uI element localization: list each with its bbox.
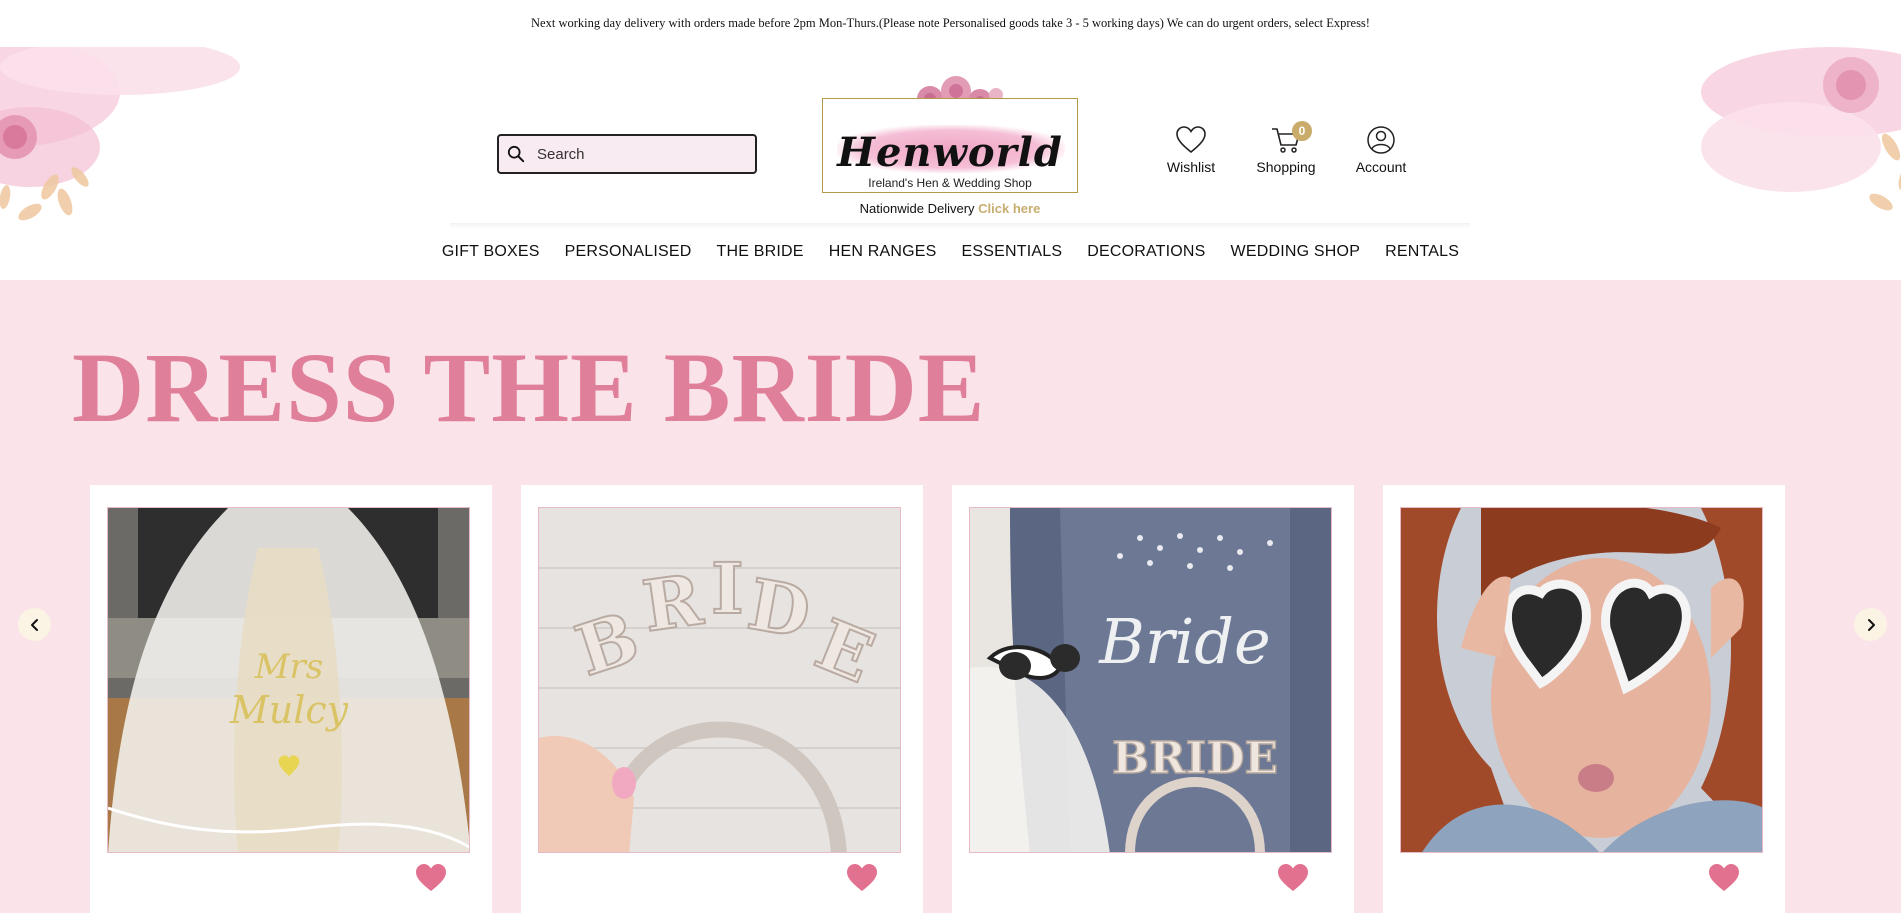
hero-title: DRESS THE BRIDE (72, 332, 986, 443)
logo-wordmark: Henworld (837, 129, 1063, 176)
product-card[interactable] (1383, 485, 1785, 913)
heart-icon[interactable] (1708, 863, 1740, 893)
nav-essentials[interactable]: ESSENTIALS (949, 243, 1075, 261)
svg-text:BRIDE: BRIDE (1112, 733, 1278, 784)
svg-text:Mrs: Mrs (254, 647, 324, 687)
product-image-sunglasses[interactable] (1400, 507, 1763, 853)
user-icon (1367, 126, 1395, 154)
carousel-next-button[interactable] (1854, 608, 1887, 641)
heart-icon[interactable] (846, 863, 878, 893)
svg-text:Mulcy: Mulcy (229, 688, 349, 732)
chevron-right-icon (1867, 618, 1875, 631)
product-card[interactable]: Bride BRIDE (952, 485, 1354, 913)
watercolor-decoration-left (0, 47, 240, 221)
site-logo[interactable]: Henworld Ireland's Hen & Wedding Shop (822, 98, 1078, 193)
delivery-link[interactable]: Click here (978, 201, 1040, 216)
search-input[interactable] (537, 145, 737, 163)
product-image-veil[interactable]: Mrs Mulcy (107, 507, 470, 853)
site-header: Henworld Ireland's Hen & Wedding Shop Na… (0, 47, 1901, 280)
carousel-prev-button[interactable] (18, 608, 51, 641)
cart-count-badge: 0 (1292, 121, 1312, 141)
logo-tagline: Ireland's Hen & Wedding Shop (823, 175, 1077, 192)
chevron-left-icon (30, 618, 38, 631)
heart-icon[interactable] (1277, 863, 1309, 893)
nav-the-bride[interactable]: THE BRIDE (704, 243, 816, 261)
shopping-label: Shopping (1256, 159, 1316, 175)
nav-personalised[interactable]: PERSONALISED (552, 243, 704, 261)
svg-text:Bride: Bride (1098, 605, 1270, 678)
announcement-bar: Next working day delivery with orders ma… (0, 0, 1901, 47)
svg-text:I: I (711, 547, 744, 630)
account-label: Account (1355, 159, 1407, 175)
shopping-cart-link[interactable]: 0 Shopping (1246, 121, 1326, 175)
announcement-text: Next working day delivery with orders ma… (531, 16, 1370, 30)
veil-photo: Mrs Mulcy (108, 508, 469, 852)
hero-section: DRESS THE BRIDE Mrs Mulcy B R I D E Brid… (0, 280, 1901, 913)
main-navigation: GIFT BOXES PERSONALISED THE BRIDE HEN RA… (0, 243, 1901, 261)
nav-gift-boxes[interactable]: GIFT BOXES (429, 243, 552, 261)
headband-photo: B R I D E (539, 508, 900, 852)
heart-icon (1176, 126, 1206, 154)
product-image-headband[interactable]: B R I D E (538, 507, 901, 853)
delivery-note: Nationwide Delivery Click here (822, 201, 1078, 216)
watercolor-decoration-right (1701, 47, 1901, 211)
nav-decorations[interactable]: DECORATIONS (1075, 243, 1218, 261)
account-link[interactable]: Account (1341, 125, 1421, 175)
jacket-photo: Bride BRIDE (970, 508, 1331, 852)
svg-text:R: R (638, 558, 708, 648)
sunglasses-photo (1401, 508, 1762, 852)
wishlist-label: Wishlist (1166, 159, 1216, 175)
heart-icon[interactable] (415, 863, 447, 893)
delivery-text: Nationwide Delivery (859, 201, 975, 216)
product-image-jacket[interactable]: Bride BRIDE (969, 507, 1332, 853)
product-card[interactable]: Mrs Mulcy (90, 485, 492, 913)
search-box[interactable] (497, 134, 757, 174)
wishlist-link[interactable]: Wishlist (1151, 125, 1231, 175)
product-card[interactable]: B R I D E (521, 485, 923, 913)
nav-wedding-shop[interactable]: WEDDING SHOP (1218, 243, 1373, 261)
nav-divider (450, 223, 1470, 229)
nav-rentals[interactable]: RENTALS (1373, 243, 1472, 261)
search-icon (507, 145, 525, 163)
nav-hen-ranges[interactable]: HEN RANGES (816, 243, 949, 261)
